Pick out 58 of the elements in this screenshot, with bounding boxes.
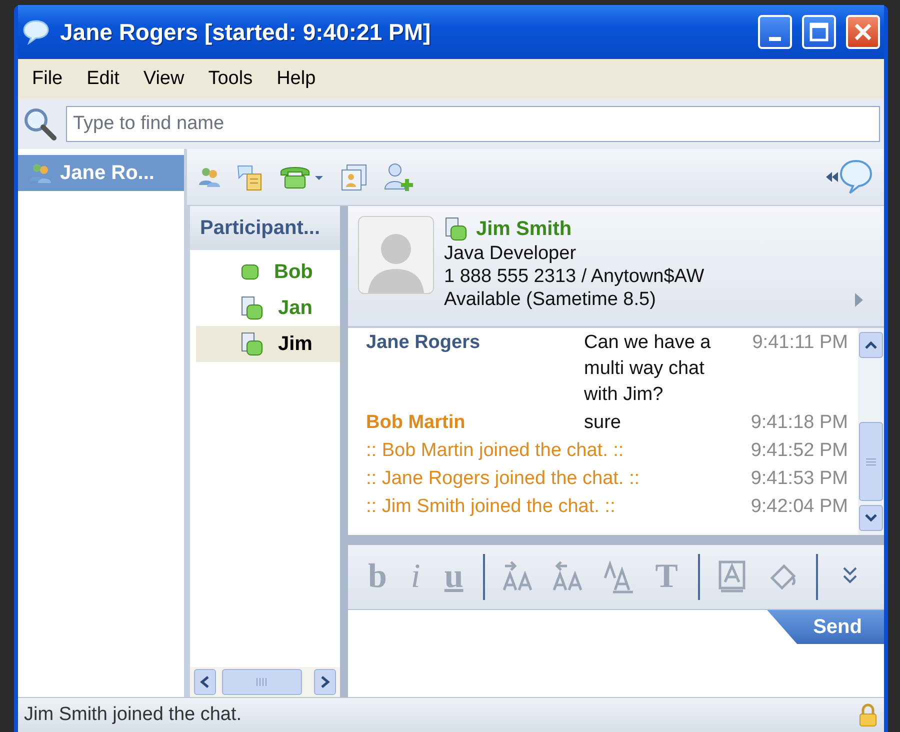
- menu-item[interactable]: Edit: [76, 64, 130, 94]
- people-icon: [28, 161, 52, 185]
- device-status-icon: [240, 331, 264, 357]
- system-message: :: Jane Rogers joined the chat. ::: [366, 467, 640, 491]
- message-text: sure: [584, 411, 622, 435]
- participant-item[interactable]: Bob: [190, 254, 340, 290]
- close-icon: [853, 22, 873, 42]
- expand-arrow-icon[interactable]: [854, 292, 864, 308]
- close-button[interactable]: [846, 15, 880, 49]
- window-title: Jane Rogers [started: 9:40:21 PM]: [60, 18, 432, 46]
- contact-card-icon[interactable]: [339, 162, 369, 192]
- chevron-up-icon[interactable]: [864, 340, 878, 350]
- chevron-right-icon[interactable]: [318, 675, 331, 689]
- maximize-button[interactable]: [802, 15, 836, 49]
- minimize-button[interactable]: [758, 15, 792, 49]
- sender-name: Jane Rogers: [366, 331, 482, 355]
- message-input[interactable]: Send: [348, 610, 884, 697]
- chevron-down-icon[interactable]: [864, 513, 878, 523]
- padlock-icon: [858, 703, 878, 727]
- status-icon: [240, 262, 260, 282]
- menu-item[interactable]: Help: [266, 64, 326, 94]
- device-status-icon: [240, 295, 264, 321]
- search-icon: [22, 106, 58, 142]
- contact-title: Java Developer: [444, 243, 578, 265]
- status-text: Jim Smith joined the chat.: [24, 704, 242, 726]
- maximize-icon: [809, 22, 829, 42]
- system-message: :: Jim Smith joined the chat. ::: [366, 495, 616, 519]
- menu-item[interactable]: File: [22, 64, 73, 94]
- send-button[interactable]: Send: [767, 610, 884, 644]
- contact-status: Available (Sametime 8.5): [444, 289, 657, 311]
- vertical-scrollbar[interactable]: [858, 328, 884, 535]
- font-icon[interactable]: [601, 560, 636, 594]
- participant-item[interactable]: Jim: [196, 326, 340, 362]
- participant-item[interactable]: Jan: [190, 290, 340, 326]
- search-field[interactable]: Type to find name: [66, 106, 880, 142]
- message-time: 9:42:04 PM: [750, 495, 848, 519]
- message-time: 9:41:18 PM: [750, 411, 848, 435]
- menu-item[interactable]: View: [133, 64, 194, 94]
- system-message: :: Bob Martin joined the chat. ::: [366, 439, 624, 463]
- grip-icon[interactable]: [255, 677, 269, 687]
- message-time: 9:41:53 PM: [750, 467, 848, 491]
- contact-phone: 1 888 555 2313 / Anytown$AW: [444, 266, 704, 288]
- message-time: 9:41:11 PM: [751, 331, 848, 355]
- sender-name: Bob Martin: [366, 411, 466, 435]
- message-text: Can we have a multi way chat with Jim?: [584, 331, 712, 407]
- sidebar-item[interactable]: Jane Ro...: [18, 155, 184, 191]
- add-person-icon[interactable]: [383, 161, 415, 193]
- chat-bubble-icon: [22, 19, 50, 45]
- grip-icon[interactable]: [865, 456, 877, 466]
- menu-item[interactable]: Tools: [198, 64, 263, 94]
- device-status-icon: [444, 216, 468, 242]
- chevron-left-icon[interactable]: [199, 675, 212, 689]
- horizontal-scrollbar[interactable]: [190, 667, 340, 697]
- people-icon: [197, 165, 221, 189]
- contact-name: Jim Smith: [476, 218, 572, 240]
- message-time: 9:41:52 PM: [750, 439, 848, 463]
- participants-header: Participant...: [190, 206, 340, 250]
- minimize-icon: [769, 37, 781, 41]
